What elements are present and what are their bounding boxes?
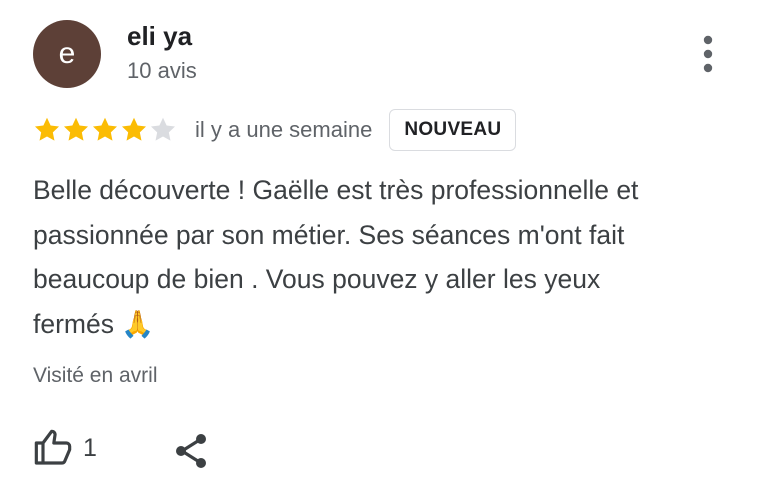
thumb-up-outline-icon	[34, 429, 72, 465]
review-line: beaucoup de bien . Vous pouvez y aller l…	[33, 264, 601, 294]
more-vert-icon	[703, 35, 713, 73]
avatar-letter: e	[58, 37, 76, 70]
share-icon	[176, 434, 206, 468]
review-text: Belle découverte ! Gaëlle est très profe…	[33, 168, 733, 346]
praying-hands-emoji: 🙏	[121, 308, 155, 339]
reviewer-name[interactable]: eli ya	[127, 21, 192, 52]
review-line-text: fermés	[33, 308, 114, 339]
rating-row: il y a une semaine NOUVEAU	[33, 108, 517, 152]
avatar[interactable]: e	[33, 20, 101, 88]
star-filled-icon	[34, 117, 60, 141]
review-date: il y a une semaine	[195, 117, 373, 142]
review-line: fermés 🙏	[33, 302, 733, 347]
review-line: passionnée par son métier. Ses séances m…	[33, 219, 625, 250]
like-button[interactable]: 1	[33, 428, 97, 468]
review-count: 10 avis	[127, 58, 197, 83]
star-filled-icon	[63, 117, 89, 141]
star-empty-icon	[150, 117, 176, 141]
review-line: Belle découverte ! Gaëlle est très profe…	[33, 175, 639, 205]
like-count: 1	[83, 433, 97, 462]
new-badge: NOUVEAU	[389, 109, 517, 151]
star-filled-icon	[121, 117, 147, 141]
star-filled-icon	[92, 117, 118, 141]
share-button[interactable]	[174, 432, 208, 470]
more-options-button[interactable]	[694, 32, 722, 76]
visited-date: Visité en avril	[33, 364, 158, 387]
star-rating	[33, 116, 177, 144]
